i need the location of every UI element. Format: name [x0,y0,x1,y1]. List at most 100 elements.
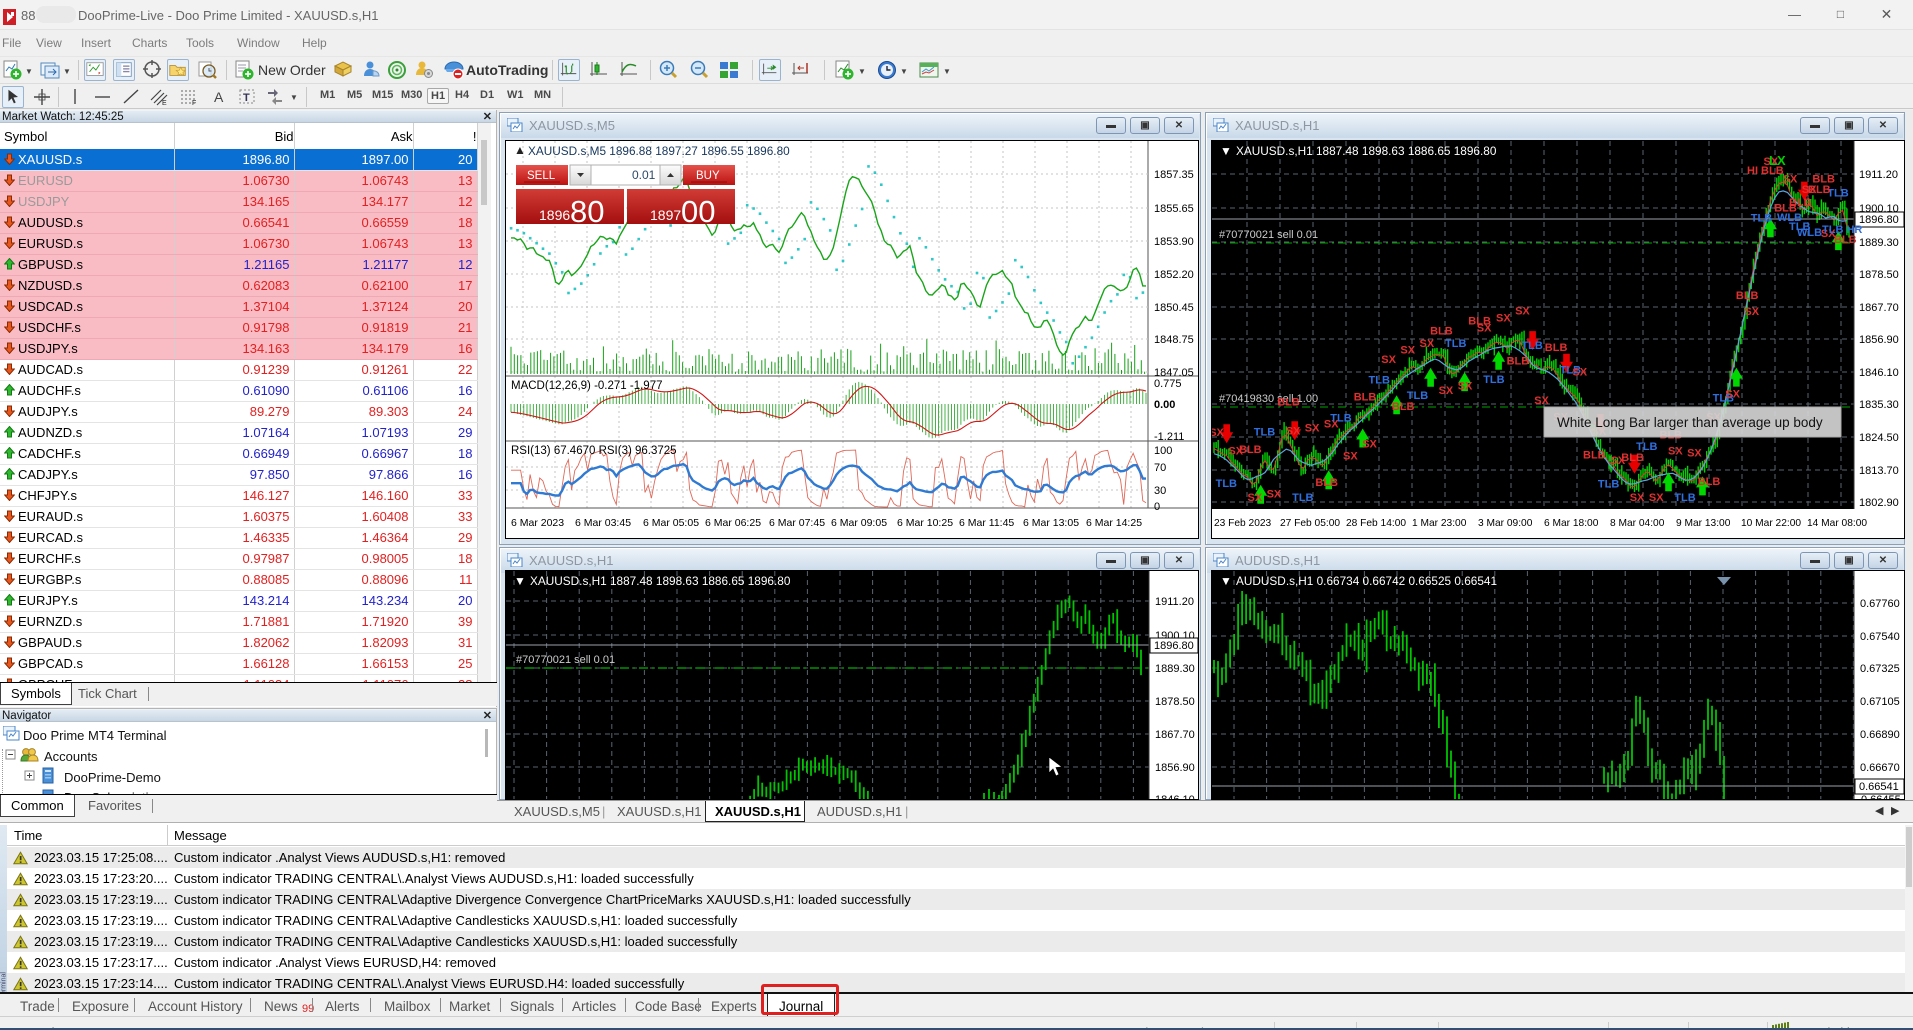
svg-text:TLB: TLB [1445,338,1466,350]
svg-text:TLB: TLB [1674,492,1695,504]
svg-text:10 Mar 22:00: 10 Mar 22:00 [1741,518,1801,529]
svg-text:▼: ▼ [1220,144,1232,158]
svg-text:6 Mar 03:45: 6 Mar 03:45 [575,517,631,529]
svg-text:1878.50: 1878.50 [1859,269,1899,281]
svg-text:MACD(12,26,9) -0.271 -1.977: MACD(12,26,9) -0.271 -1.977 [511,380,663,392]
svg-text:▼: ▼ [1220,574,1232,588]
svg-text:1852.20: 1852.20 [1154,269,1194,281]
svg-text:A: A [214,89,224,105]
svg-text:SX: SX [1400,344,1415,356]
svg-text:1813.70: 1813.70 [1859,465,1899,477]
svg-text:1846.10: 1846.10 [1155,794,1195,799]
svg-text:1802.90: 1802.90 [1859,497,1899,509]
svg-text:▲: ▲ [514,143,526,157]
svg-text:0.67760: 0.67760 [1860,598,1900,610]
svg-text:BLB: BLB [1808,184,1831,196]
svg-text:8 Mar 04:00: 8 Mar 04:00 [1610,518,1665,529]
svg-text:#70419830 sell 1.00: #70419830 sell 1.00 [1219,393,1318,405]
svg-text:TLB: TLB [1598,479,1619,491]
svg-text:00: 00 [681,194,715,229]
svg-text:SX: SX [1668,445,1683,457]
svg-text:BLB: BLB [1507,356,1530,368]
svg-text:30: 30 [1154,485,1166,497]
svg-text:3 Mar 09:00: 3 Mar 09:00 [1478,518,1533,529]
svg-text:1850.45: 1850.45 [1154,302,1194,314]
svg-text:1897: 1897 [650,207,681,223]
svg-text:XAUUSD.s,H1 1887.48 1898.63 1: XAUUSD.s,H1 1887.48 1898.63 1886.65 1896… [1236,144,1497,158]
svg-text:WLB: WLB [1777,212,1802,224]
svg-text:1889.30: 1889.30 [1859,237,1899,249]
svg-text:SX: SX [1687,447,1702,459]
svg-text:23 Feb 2023: 23 Feb 2023 [1214,518,1272,529]
svg-text:0.66670: 0.66670 [1860,762,1900,774]
svg-text:SELL: SELL [527,170,556,182]
svg-text:SX: SX [1630,492,1645,504]
svg-text:0.01: 0.01 [632,168,656,182]
svg-text:BLB: BLB [1430,326,1453,338]
svg-text:1896.80: 1896.80 [1859,214,1899,226]
svg-text:1856.90: 1856.90 [1155,762,1195,774]
svg-text:1878.50: 1878.50 [1155,696,1195,708]
svg-text:BLB: BLB [1736,290,1759,302]
svg-text:TLB: TLB [1521,340,1542,352]
svg-text:1855.65: 1855.65 [1154,203,1194,215]
svg-text:1911.20: 1911.20 [1155,596,1194,608]
svg-text:1853.90: 1853.90 [1154,236,1194,248]
svg-text:0.67540: 0.67540 [1860,631,1900,643]
svg-text:SX: SX [1725,389,1740,401]
svg-text:1867.70: 1867.70 [1859,302,1899,314]
svg-text:0.775: 0.775 [1154,378,1182,390]
svg-text:SX: SX [1515,306,1530,318]
svg-text:TLB: TLB [1636,441,1657,453]
svg-text:BLB: BLB [1392,401,1415,413]
svg-text:6 Mar 14:25: 6 Mar 14:25 [1086,517,1142,529]
svg-text:SX: SX [1305,422,1320,434]
svg-text:BLB: BLB [1621,452,1644,464]
svg-text:TLB: TLB [1483,374,1504,386]
svg-text:6 Mar 09:05: 6 Mar 09:05 [831,517,887,529]
svg-text:1911.20: 1911.20 [1859,169,1898,181]
svg-text:HI BLB: HI BLB [1747,165,1784,177]
svg-text:SX: SX [1343,450,1358,462]
svg-text:SX: SX [1248,492,1263,504]
svg-text:SX: SX [1362,438,1377,450]
svg-text:AUDUSD.s,H1 0.66734 0.66742 0: AUDUSD.s,H1 0.66734 0.66742 0.66525 0.66… [1236,574,1497,588]
svg-text:F: F [192,100,196,107]
svg-text:T: T [243,92,250,104]
svg-text:TLB: TLB [1407,390,1428,402]
svg-text:27 Feb 05:00: 27 Feb 05:00 [1280,518,1340,529]
svg-text:1896: 1896 [539,207,570,223]
svg-text:BLB: BLB [1545,342,1568,354]
svg-text:9 Mar 13:00: 9 Mar 13:00 [1676,518,1731,529]
svg-text:SX: SX [1783,174,1798,186]
svg-text:BLB: BLB [1239,444,1262,456]
svg-text:6 Mar 13:05: 6 Mar 13:05 [1023,517,1079,529]
svg-text:SX: SX [1212,427,1225,439]
svg-text:14 Mar 08:00: 14 Mar 08:00 [1807,518,1867,529]
svg-text:TLB: TLB [1751,213,1772,225]
svg-text:E: E [162,100,167,107]
svg-text:BLB: BLB [1698,476,1721,488]
svg-text:SX: SX [1267,488,1282,500]
svg-text:SX: SX [1496,313,1511,325]
svg-text:6 Mar 2023: 6 Mar 2023 [511,517,564,529]
svg-text:SX: SX [1381,354,1396,366]
svg-text:0: 0 [1154,501,1160,513]
svg-text:0.00: 0.00 [1154,399,1175,411]
svg-text:▼: ▼ [514,574,526,588]
svg-text:#70770021 sell 0.01: #70770021 sell 0.01 [1219,229,1318,241]
svg-text:70: 70 [1154,462,1166,474]
svg-text:1896.80: 1896.80 [1154,640,1194,652]
svg-text:SX: SX [1534,395,1549,407]
svg-text:80: 80 [570,194,604,229]
svg-text:0.66455: 0.66455 [1861,794,1901,799]
svg-text:SX: SX [1439,385,1454,397]
svg-text:1856.90: 1856.90 [1859,334,1899,346]
svg-text:100: 100 [1154,445,1172,457]
svg-text:0.66541: 0.66541 [1859,781,1899,793]
svg-text:RSI(13) 67.4670 RSI(3) 96.372: RSI(13) 67.4670 RSI(3) 96.3725 [511,445,677,457]
svg-text:SX: SX [1477,323,1492,335]
svg-text:BLB: BLB [1789,197,1812,209]
svg-text:BLB: BLB [1315,477,1338,489]
svg-text:TLB: TLB [1292,492,1313,504]
